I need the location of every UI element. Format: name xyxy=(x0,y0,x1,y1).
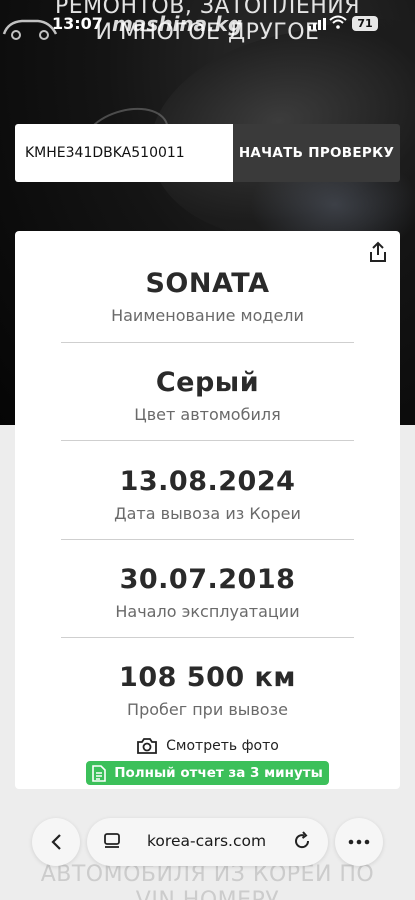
operation-start-value: 30.07.2018 xyxy=(119,564,296,595)
camera-icon xyxy=(137,738,158,754)
cellular-signal-icon xyxy=(308,18,326,30)
status-time: 13:07 xyxy=(52,14,103,33)
operation-start-info: 30.07.2018 Начало эксплуатации xyxy=(15,563,400,623)
vin-input[interactable] xyxy=(15,124,233,182)
browser-toolbar: korea-cars.com xyxy=(0,818,415,868)
full-report-label: Полный отчет за 3 минуты xyxy=(114,765,323,781)
mileage-value: 108 500 км xyxy=(119,662,296,693)
share-icon[interactable] xyxy=(368,241,388,263)
full-report-button[interactable]: Полный отчет за 3 минуты xyxy=(86,761,329,785)
operation-start-label: Начало эксплуатации xyxy=(115,602,300,621)
battery-indicator: 71 xyxy=(352,16,378,31)
reload-icon[interactable] xyxy=(292,831,312,851)
url-text: korea-cars.com xyxy=(147,832,267,850)
watermark-car-icon xyxy=(2,19,58,40)
chevron-left-icon xyxy=(51,834,61,850)
divider xyxy=(61,440,354,441)
color-value: Серый xyxy=(155,367,260,398)
status-bar: 13:07 mashina.kg 71 xyxy=(0,12,415,40)
divider xyxy=(61,637,354,638)
document-icon xyxy=(92,764,106,782)
export-date-info: 13.08.2024 Дата вывоза из Кореи xyxy=(15,465,400,525)
color-info: Серый Цвет автомобиля xyxy=(15,366,400,426)
watermark-brand: mashina.kg xyxy=(112,12,243,36)
mileage-info: 108 500 км Пробег при вывозе xyxy=(15,661,400,721)
footer-text-line-2: VIN НОМЕРУ xyxy=(0,888,415,900)
divider xyxy=(61,342,354,343)
more-options-button[interactable] xyxy=(335,818,383,866)
export-date-value: 13.08.2024 xyxy=(119,466,296,497)
model-info: SONATA Наименование модели xyxy=(15,267,400,327)
mileage-label: Пробег при вывозе xyxy=(127,700,288,719)
wifi-icon xyxy=(329,15,347,29)
model-label: Наименование модели xyxy=(111,306,304,325)
back-button[interactable] xyxy=(32,818,80,866)
reader-mode-icon[interactable] xyxy=(103,832,121,850)
divider xyxy=(61,539,354,540)
more-dots-icon xyxy=(348,839,370,845)
view-photo-label: Смотреть фото xyxy=(166,738,279,754)
address-bar[interactable]: korea-cars.com xyxy=(87,818,328,866)
view-photo-link[interactable]: Смотреть фото xyxy=(15,734,400,758)
export-date-label: Дата вывоза из Кореи xyxy=(114,504,301,523)
vin-check-form: НАЧАТЬ ПРОВЕРКУ xyxy=(15,124,400,182)
vehicle-info-card: SONATA Наименование модели Серый Цвет ав… xyxy=(15,231,400,789)
color-label: Цвет автомобиля xyxy=(134,405,281,424)
model-value: SONATA xyxy=(145,268,270,299)
start-check-button[interactable]: НАЧАТЬ ПРОВЕРКУ xyxy=(233,124,400,182)
